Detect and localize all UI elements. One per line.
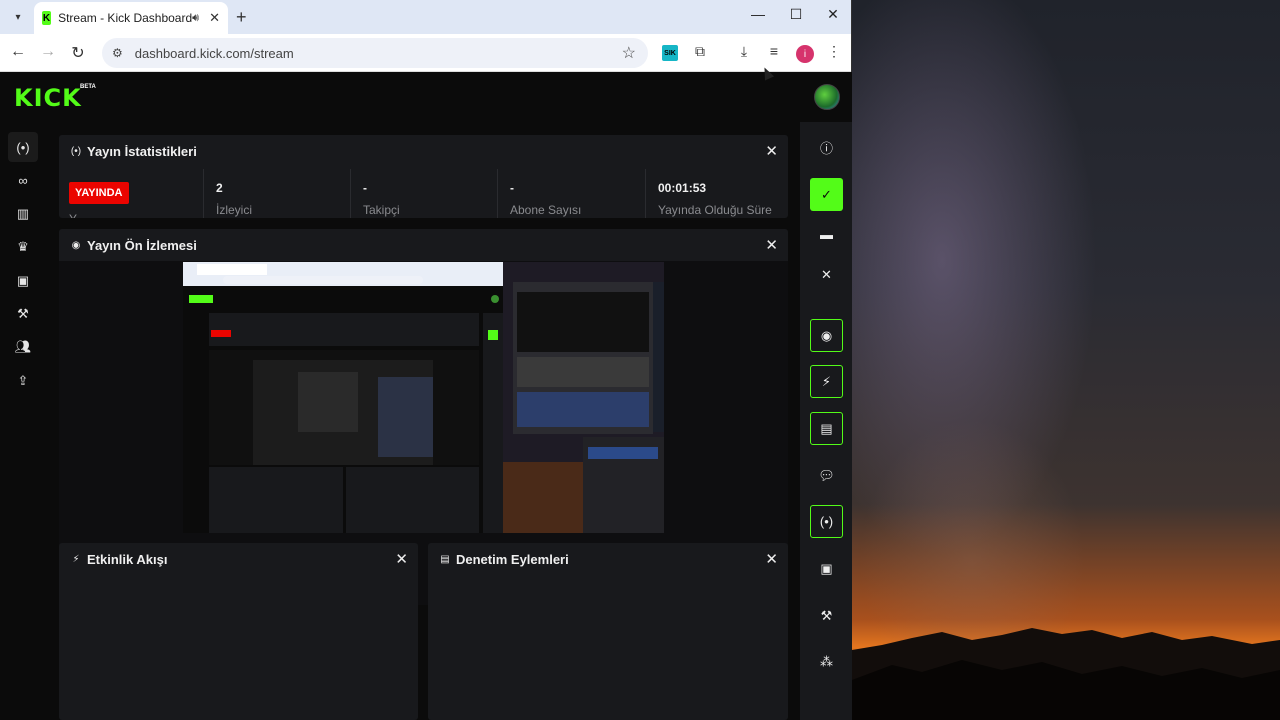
apps-icon[interactable]: ⁂ [810, 645, 843, 678]
stat-live: YAYINDA Y [59, 169, 203, 218]
users-icon[interactable]: 👥︎ [8, 332, 38, 362]
download-icon[interactable]: ⤓ [734, 43, 754, 60]
stat-value: - [363, 181, 367, 195]
stat-label: Yayında Olduğu Süre [658, 203, 772, 217]
speaker-icon[interactable]: 🔊︎ [192, 12, 199, 25]
tab-close-icon[interactable]: ✕ [209, 10, 220, 26]
tab-search-button[interactable]: ▾ [8, 7, 28, 27]
forward-arrow-icon[interactable]: → [38, 43, 58, 61]
user-avatar[interactable] [814, 84, 840, 110]
moderation-panel-title: Denetim Eylemleri [456, 551, 569, 567]
wrench-icon[interactable]: ⚒ [8, 299, 38, 329]
minimize-icon[interactable]: — [746, 6, 770, 22]
right-sidebar: ⓘ ✓ ▬ ✕ ◉ ⚡︎ ▤ 💬︎ (•) ▣ ⚒ ⁂ [800, 122, 852, 720]
sik-extension-icon[interactable]: SIK [662, 45, 678, 61]
address-bar[interactable]: ⚙ dashboard.kick.com/stream ☆ [102, 38, 648, 68]
stat-value: 2 [216, 181, 223, 195]
browser-window: ▾ K Stream - Kick Dashboard 🔊︎ ✕ + — ☐ ✕… [0, 0, 852, 720]
broadcast-icon: (•) [70, 145, 82, 157]
kick-dashboard: KICK BETA (•) ∞ ▥ ♛ ▣ ⚒ 👥︎ ⇪ (•) Yayın İ… [0, 72, 852, 720]
stat-followers: - Takipçi [350, 169, 497, 218]
reload-icon[interactable]: ↻ [68, 43, 88, 63]
wrench-icon[interactable]: ⚒ [810, 599, 843, 632]
preview-panel-title: Yayın Ön İzlemesi [87, 237, 197, 253]
stream-preview-video[interactable] [183, 262, 664, 533]
stream-stats-panel: (•) Yayın İstatistikleri ✕ YAYINDA Y 2 İ… [59, 135, 788, 218]
tab-strip: ▾ K Stream - Kick Dashboard 🔊︎ ✕ + — ☐ ✕ [0, 0, 851, 34]
trophy-icon[interactable]: ♛ [8, 232, 38, 262]
stat-value: - [510, 181, 514, 195]
profile-avatar[interactable]: i [796, 45, 814, 63]
camera-icon[interactable]: ▣ [810, 552, 843, 585]
browser-tab[interactable]: K Stream - Kick Dashboard 🔊︎ ✕ [34, 2, 228, 34]
link-icon[interactable]: ∞ [8, 165, 38, 195]
kick-logo[interactable]: KICK [14, 84, 82, 112]
stat-label: Y [69, 212, 203, 218]
broadcast-icon[interactable]: (•) [810, 505, 843, 538]
layout-icon[interactable]: ▬ [810, 218, 843, 251]
browser-toolbar: ← → ↻ ⚙ dashboard.kick.com/stream ☆ SIK … [0, 34, 851, 72]
tab-title: Stream - Kick Dashboard [58, 11, 193, 25]
video-icon[interactable]: ▣ [8, 266, 38, 296]
stat-value: 00:01:53 [658, 181, 707, 195]
stats-panel-title: Yayın İstatistikleri [87, 143, 197, 159]
stats-row: YAYINDA Y 2 İzleyici - Takipçi - Abone S… [59, 169, 788, 218]
preview-thumbnail-image [183, 262, 664, 533]
stat-label: İzleyici [216, 203, 253, 217]
close-icon[interactable]: ✕ [765, 142, 778, 160]
check-icon[interactable]: ✓ [810, 178, 843, 211]
lightning-icon: ⚡︎ [72, 553, 80, 565]
moderation-panel-header: ▤ Denetim Eylemleri ✕ [428, 543, 788, 575]
activity-feed-panel: ⚡︎ Etkinlik Akışı ✕ [59, 543, 418, 720]
mountain-silhouette [852, 628, 1280, 720]
lightning-icon[interactable]: ⚡︎ [810, 365, 843, 398]
back-arrow-icon[interactable]: ← [8, 43, 28, 61]
close-icon[interactable]: ✕ [765, 550, 778, 568]
left-sidebar: (•) ∞ ▥ ♛ ▣ ⚒ 👥︎ ⇪ [8, 132, 38, 399]
info-icon[interactable]: ⓘ [810, 131, 843, 164]
site-info-icon[interactable]: ⚙ [112, 46, 123, 60]
stats-panel-header: (•) Yayın İstatistikleri ✕ [59, 135, 788, 167]
new-tab-button[interactable]: + [236, 7, 247, 27]
events-panel-title: Etkinlik Akışı [87, 551, 168, 567]
chat-icon[interactable]: 💬︎ [810, 459, 843, 492]
dashboard-header: KICK BETA [0, 72, 852, 122]
close-icon[interactable]: ✕ [765, 236, 778, 254]
desktop-wallpaper [852, 0, 1280, 720]
moderation-actions-panel: ▤ Denetim Eylemleri ✕ [428, 543, 788, 720]
media-queue-icon[interactable]: ≡ [764, 43, 784, 59]
stat-subscribers: - Abone Sayısı [497, 169, 645, 218]
broadcast-icon[interactable]: (•) [8, 132, 38, 162]
preview-icon[interactable]: ◉ [810, 319, 843, 352]
close-icon[interactable]: ✕ [395, 550, 408, 568]
document-icon[interactable]: ▤ [810, 412, 843, 445]
document-icon: ▤ [440, 553, 450, 565]
live-badge: YAYINDA [69, 182, 129, 204]
preview-icon: ◉ [71, 239, 81, 251]
kick-favicon-icon: K [42, 11, 52, 25]
maximize-icon[interactable]: ☐ [784, 6, 808, 23]
beta-badge: BETA [80, 84, 96, 90]
stat-label: Takipçi [363, 203, 400, 217]
close-icon[interactable]: ✕ [810, 258, 843, 291]
bookmark-star-icon[interactable]: ☆ [622, 43, 636, 63]
url-text[interactable]: dashboard.kick.com/stream [135, 46, 622, 61]
extensions-puzzle-icon[interactable]: ⧉ [690, 43, 710, 60]
stat-label: Abone Sayısı [510, 203, 582, 217]
more-menu-icon[interactable]: ⋮ [824, 43, 844, 60]
preview-panel-header: ◉ Yayın Ön İzlemesi ✕ [59, 229, 788, 261]
chart-icon[interactable]: ▥ [8, 199, 38, 229]
events-panel-header: ⚡︎ Etkinlik Akışı ✕ [59, 543, 418, 575]
stat-uptime: 00:01:53 Yayında Olduğu Süre [645, 169, 788, 218]
window-close-icon[interactable]: ✕ [821, 6, 845, 23]
upload-icon[interactable]: ⇪ [8, 366, 38, 396]
stat-viewers: 2 İzleyici [203, 169, 350, 218]
